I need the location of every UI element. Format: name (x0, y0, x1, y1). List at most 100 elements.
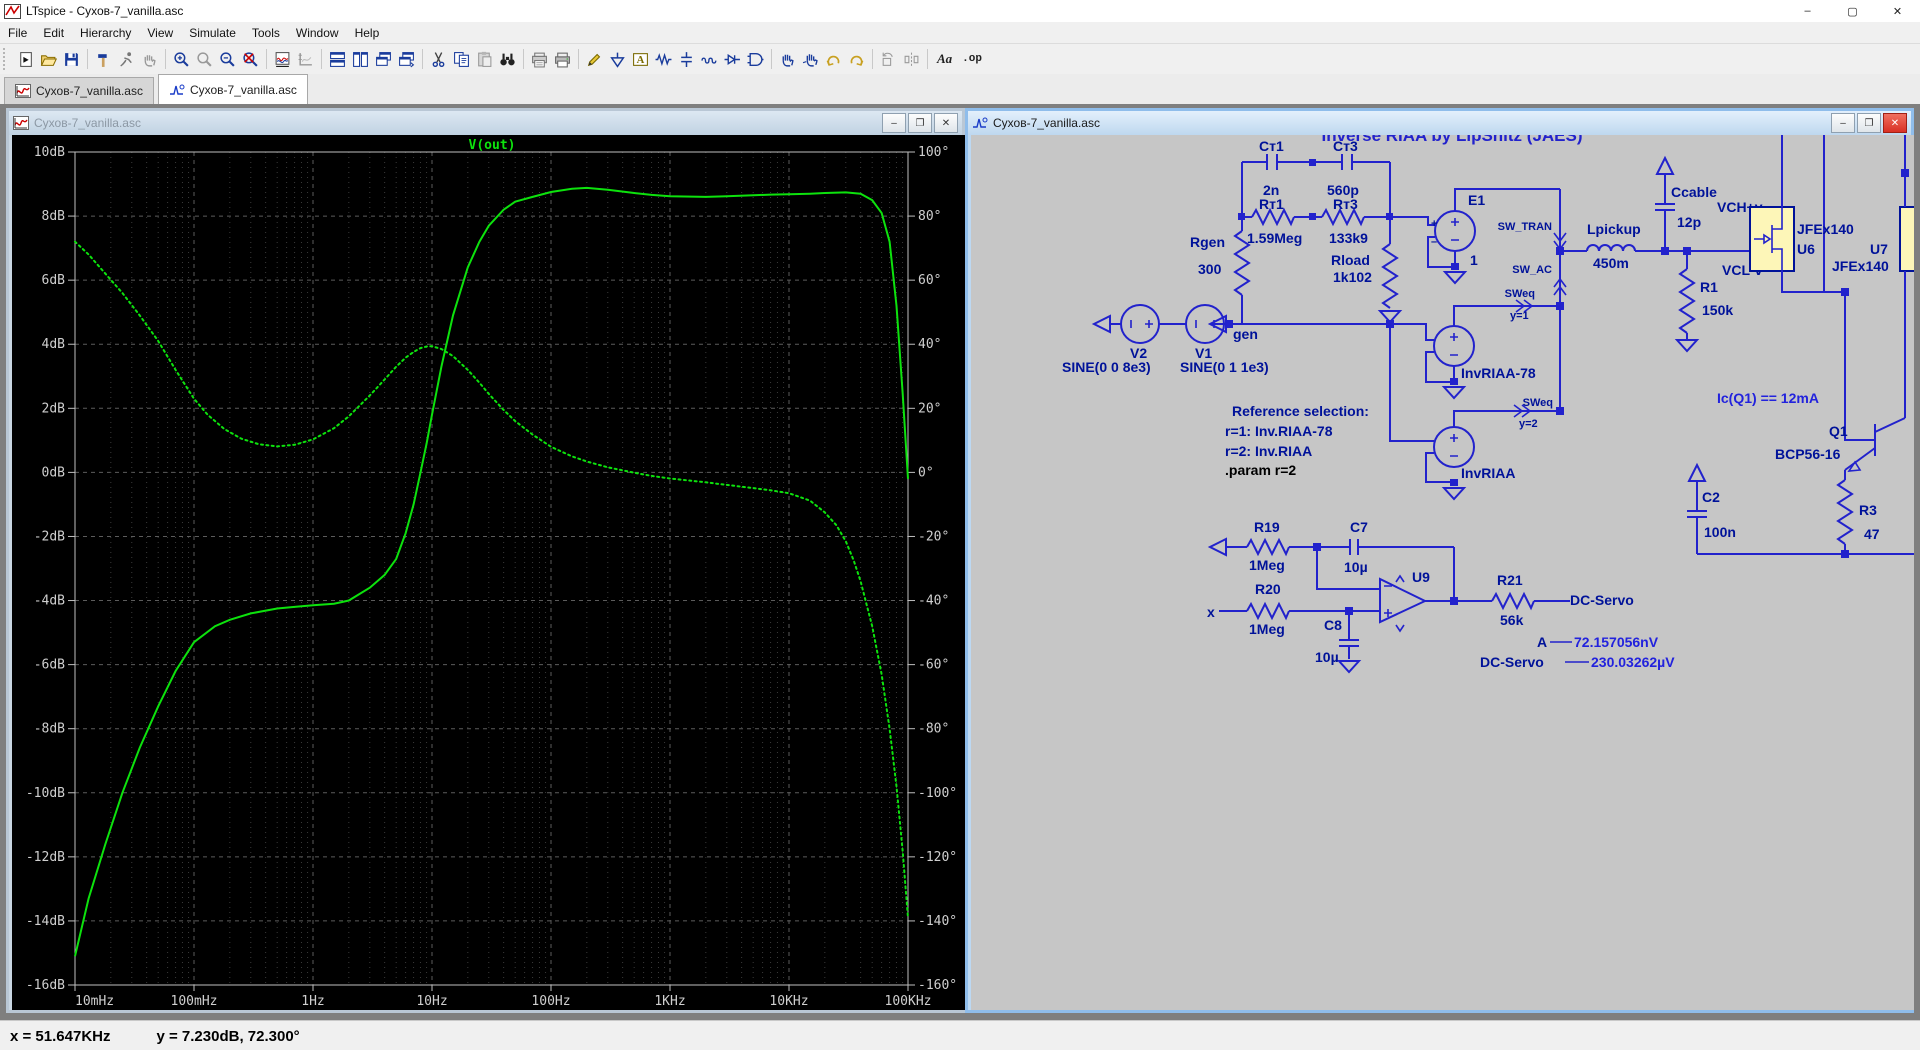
r21-label[interactable]: R21 (1497, 572, 1523, 588)
tab-waveform[interactable]: Сухов-7_vanilla.asc (4, 77, 154, 104)
text-tool-icon[interactable]: Aa (933, 49, 956, 70)
schematic-canvas[interactable]: Inverse RIAA by LipShitz (JAES) Cт1 2n R… (971, 135, 1914, 1010)
r20-value[interactable]: 1Meg (1249, 621, 1285, 637)
zoom-fit-icon[interactable] (240, 49, 261, 70)
plot-settings-icon[interactable] (295, 49, 316, 70)
rt1-label[interactable]: Rт1 (1259, 196, 1284, 212)
r19-value[interactable]: 1Meg (1249, 557, 1285, 573)
e1-label[interactable]: E1 (1468, 192, 1485, 208)
diode-icon[interactable] (722, 49, 743, 70)
rgen-label[interactable]: Rgen (1190, 234, 1225, 250)
redo-icon[interactable] (846, 49, 867, 70)
invriaa-source[interactable]: SWeq y=2 InvRIAA (1389, 324, 1560, 500)
component-icon[interactable] (745, 49, 766, 70)
schematic-window[interactable]: Сухов-7_vanilla.asc – ❐ ✕ Inverse RIAA b… (965, 108, 1914, 1013)
cut-icon[interactable] (428, 49, 449, 70)
schematic-window-titlebar[interactable]: Сухов-7_vanilla.asc – ❐ ✕ (968, 111, 1911, 135)
plot-window[interactable]: Сухов-7_vanilla.asc – ❐ ✕ V(out) 10dB 8dB… (6, 108, 965, 1013)
ref-r1[interactable]: r=1: Inv.RIAA-78 (1225, 423, 1333, 439)
dc-servo[interactable]: R19 1Meg C7 10µ R20 1Meg x C8 10µ U9 R21… (1207, 519, 1634, 673)
copy-icon[interactable] (451, 49, 472, 70)
v1-value[interactable]: SINE(0 1 1e3) (1180, 359, 1269, 375)
wire-icon[interactable] (584, 49, 605, 70)
rotate-icon[interactable] (878, 49, 899, 70)
ccable-value[interactable]: 12p (1677, 214, 1701, 230)
trace-title[interactable]: V(out) (469, 138, 516, 153)
menu-hierarchy[interactable]: Hierarchy (72, 23, 139, 43)
plot-window-titlebar[interactable]: Сухов-7_vanilla.asc – ❐ ✕ (9, 111, 962, 135)
inductor-icon[interactable] (699, 49, 720, 70)
autorange-y-icon[interactable] (272, 49, 293, 70)
move-icon[interactable] (777, 49, 798, 70)
waveform-plot-canvas[interactable]: V(out) 10dB 8dB 6dB 4dB 2dB 0dB -2dB -4dB -6dB -8… (12, 135, 965, 1010)
rt1-value[interactable]: 1.59Meg (1247, 230, 1302, 246)
undo-icon[interactable] (823, 49, 844, 70)
r1-label[interactable]: R1 (1700, 279, 1718, 295)
rload-label[interactable]: Rload (1331, 252, 1370, 268)
app-minimize-button[interactable]: – (1785, 0, 1830, 22)
dcservo-net-label[interactable]: DC-Servo (1570, 592, 1634, 608)
rgen-value[interactable]: 300 (1198, 261, 1222, 277)
halt-icon[interactable] (139, 49, 160, 70)
menu-edit[interactable]: Edit (35, 23, 72, 43)
menu-help[interactable]: Help (347, 23, 388, 43)
r3-label[interactable]: R3 (1859, 502, 1877, 518)
cascade-icon[interactable] (373, 49, 394, 70)
u7-label[interactable]: U7 (1870, 241, 1888, 257)
ic-q1-note[interactable]: Ic(Q1) == 12mA (1717, 390, 1819, 406)
ground-icon[interactable] (607, 49, 628, 70)
generator-sources[interactable]: gen V2 SINE(0 0 8e3) V1 SINE(0 1 1e3) (1062, 304, 1394, 375)
sweq2-label[interactable]: SWeq (1523, 397, 1553, 409)
print-icon[interactable] (552, 49, 573, 70)
u9-label[interactable]: U9 (1412, 569, 1430, 585)
menu-view[interactable]: View (139, 23, 181, 43)
reference-comment[interactable]: Reference selection: r=1: Inv.RIAA-78 r=… (1225, 403, 1369, 478)
q1-stage[interactable]: Q1 BCP56-16 R3 47 C2 100n Ic(Q1) == 12mA (1687, 292, 1914, 558)
control-panel-icon[interactable] (93, 49, 114, 70)
r3-value[interactable]: 47 (1864, 526, 1880, 542)
capacitor-icon[interactable] (676, 49, 697, 70)
app-maximize-button[interactable]: ▢ (1830, 0, 1875, 22)
tile-horizontal-icon[interactable] (327, 49, 348, 70)
c7-value[interactable]: 10µ (1344, 559, 1368, 575)
menu-file[interactable]: File (0, 23, 35, 43)
tile-vertical-icon[interactable] (350, 49, 371, 70)
invriaa78-source[interactable]: SWeq y=1 InvRIAA-78 (1390, 288, 1560, 399)
schematic-restore-button[interactable]: ❐ (1857, 113, 1881, 133)
gen-net-label[interactable]: gen (1233, 326, 1258, 342)
u7-type-label[interactable]: JFEx140 (1832, 258, 1889, 274)
c8-label[interactable]: C8 (1324, 617, 1342, 633)
invriaa78-label[interactable]: InvRIAA-78 (1461, 365, 1536, 381)
lpickup-value[interactable]: 450m (1593, 255, 1629, 271)
ccable-label[interactable]: Ccable (1671, 184, 1717, 200)
ct3-label[interactable]: Cт3 (1333, 138, 1358, 154)
sweq1-cond[interactable]: y=1 (1510, 310, 1529, 322)
c2-label[interactable]: C2 (1702, 489, 1720, 505)
zoom-out-icon[interactable] (217, 49, 238, 70)
open-file-icon[interactable] (38, 49, 59, 70)
ct1-label[interactable]: Cт1 (1259, 138, 1284, 154)
new-schematic-icon[interactable] (15, 49, 36, 70)
u6-label[interactable]: U6 (1797, 241, 1815, 257)
mirror-icon[interactable] (901, 49, 922, 70)
label-icon[interactable]: A (630, 49, 651, 70)
ref-r2[interactable]: r=2: Inv.RIAA (1225, 443, 1312, 459)
tab-schematic[interactable]: Сухов-7_vanilla.asc (157, 74, 308, 104)
plot-minimize-button[interactable]: – (882, 113, 906, 133)
rt3-value[interactable]: 133k9 (1329, 230, 1368, 246)
c7-label[interactable]: C7 (1350, 519, 1368, 535)
c2-value[interactable]: 100n (1704, 524, 1736, 540)
lpickup-label[interactable]: Lpickup (1587, 221, 1641, 237)
plot-restore-button[interactable]: ❐ (908, 113, 932, 133)
app-titlebar[interactable]: LTspice - Сухов-7_vanilla.asc – ▢ ✕ (0, 0, 1920, 23)
find-icon[interactable] (497, 49, 518, 70)
e1-value[interactable]: 1 (1470, 252, 1478, 268)
paste-icon[interactable] (474, 49, 495, 70)
app-close-button[interactable]: ✕ (1875, 0, 1920, 22)
spice-directive-icon[interactable]: .op (958, 49, 986, 70)
v2-value[interactable]: SINE(0 0 8e3) (1062, 359, 1151, 375)
sweq2-cond[interactable]: y=2 (1519, 418, 1538, 430)
q1-type-label[interactable]: BCP56-16 (1775, 446, 1841, 462)
r19-label[interactable]: R19 (1254, 519, 1280, 535)
schematic-minimize-button[interactable]: – (1831, 113, 1855, 133)
